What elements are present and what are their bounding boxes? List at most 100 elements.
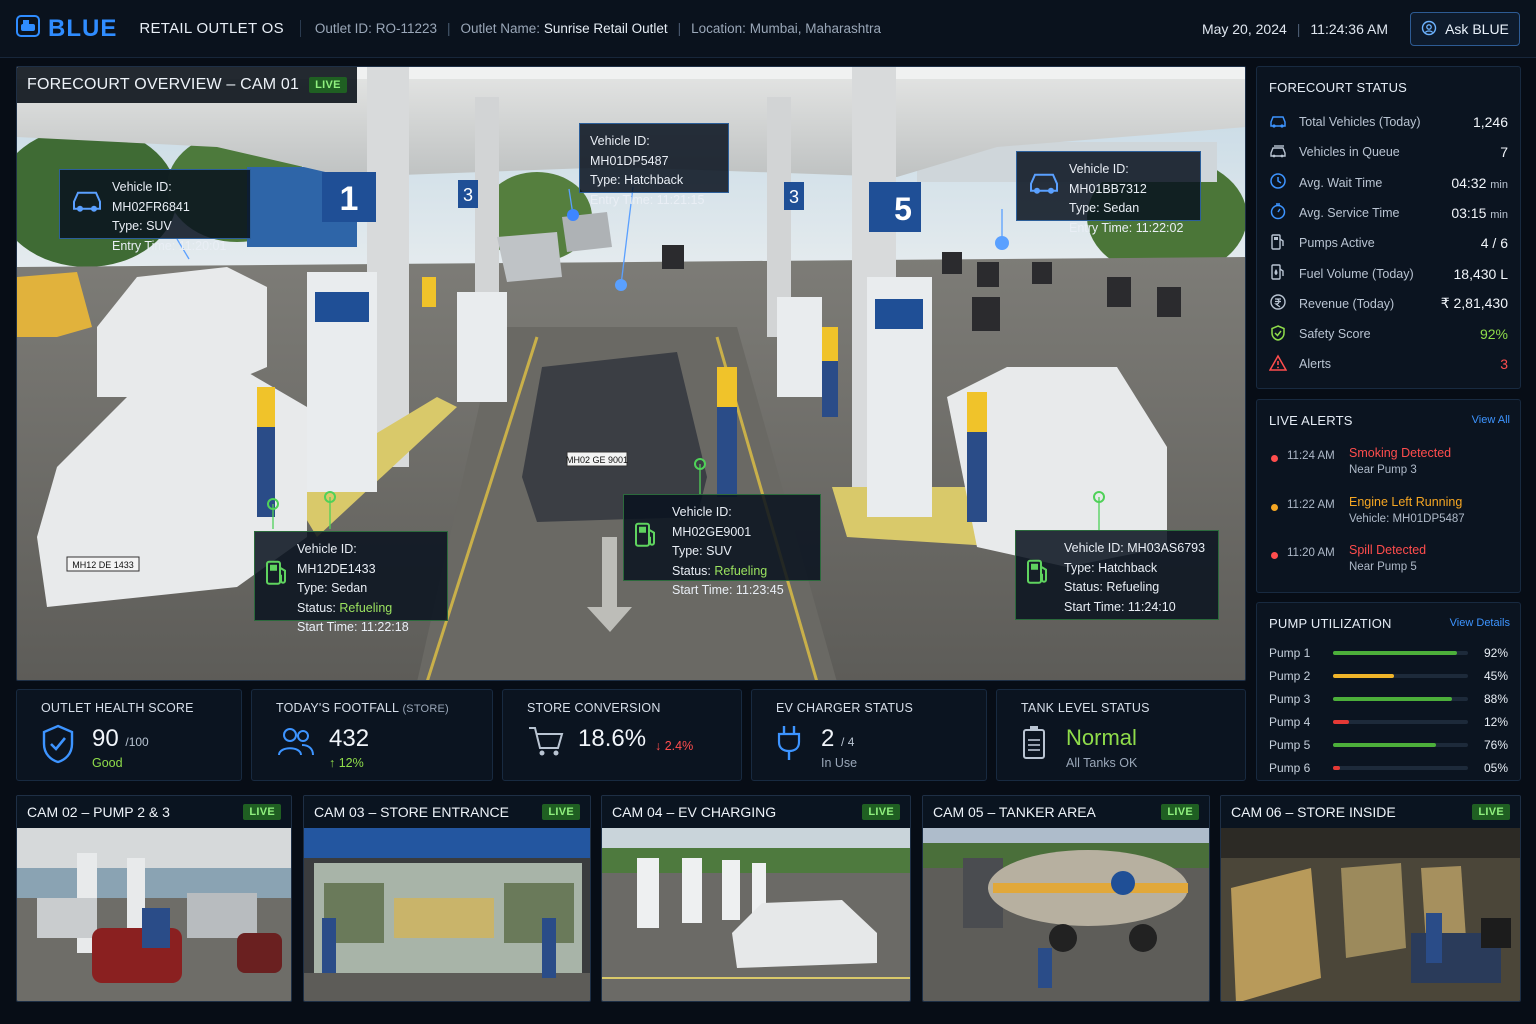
pump-utilization-row: Pump 4 12% — [1269, 712, 1508, 732]
plate-left: MH12 DE 1433 — [72, 560, 134, 570]
status-value: 04:32 — [1451, 174, 1487, 191]
vehicle-id-label: Vehicle ID: — [672, 505, 732, 519]
ev-status: In Use — [821, 756, 858, 770]
pump-utilization-row: Pump 3 88% — [1269, 689, 1508, 709]
vehicle-id-label: Vehicle ID: — [112, 180, 172, 194]
live-badge: LIVE — [542, 804, 580, 820]
vehicle-type: Hatchback — [624, 173, 684, 187]
alert-item[interactable]: 11:20 AM Spill Detected Near Pump 5 — [1271, 543, 1508, 587]
date: May 20, 2024 — [1201, 21, 1287, 37]
alert-time: 11:22 AM — [1287, 498, 1335, 511]
pump-bar-fill — [1333, 766, 1340, 770]
pump-bar-fill — [1333, 651, 1458, 655]
vehicle-tag[interactable]: Vehicle ID: MH01DP5487 Type: Hatchback E… — [579, 123, 729, 207]
health-status: Good — [92, 756, 123, 770]
outlet-name-label: Outlet Name: — [460, 21, 541, 36]
status-label: Fuel Volume (Today) — [1299, 266, 1414, 281]
health-score-value: 90 — [92, 725, 119, 752]
outlet-health-card[interactable]: OUTLET HEALTH SCORE 90 /100 Good — [16, 689, 242, 781]
camera-feed-cam04[interactable]: CAM 04 – EV CHARGING LIVE — [601, 795, 911, 1002]
camera-feed-cam06[interactable]: CAM 06 – STORE INSIDE LIVE — [1220, 795, 1521, 1002]
store-conversion-card[interactable]: STORE CONVERSION 18.6% ↓ 2.4% — [502, 689, 742, 781]
outlet-id-label: Outlet ID: — [314, 21, 372, 36]
start-time: 11:22:18 — [360, 620, 409, 634]
alert-time: 11:24 AM — [1287, 450, 1335, 462]
pump-bar-track — [1333, 766, 1468, 770]
live-badge: LIVE — [243, 804, 281, 820]
ev-charger-card[interactable]: EV CHARGER STATUS 2 / 4 In Use — [751, 689, 987, 781]
vehicle-type-label: Type: — [1069, 201, 1100, 215]
vehicle-type: Sedan — [1103, 201, 1140, 215]
footfall-card[interactable]: TODAY'S FOOTFALL (STORE) 432 ↑ 12% — [251, 689, 493, 781]
view-details-link[interactable]: View Details — [1450, 617, 1510, 629]
live-alerts-title: LIVE ALERTS — [1269, 413, 1353, 428]
pump-utilization-panel: PUMP UTILIZATION View Details Pump 1 92% P… — [1256, 602, 1521, 781]
vehicle-type-label: Type: — [1064, 560, 1095, 575]
vehicle-tag[interactable]: Vehicle ID: MH12DE1433 Type: Sedan Statu… — [254, 531, 448, 634]
pump-utilization-row: Pump 1 92% — [1269, 643, 1508, 663]
camera-feed-cam03[interactable]: CAM 03 – STORE ENTRANCE LIVE — [303, 795, 591, 1002]
vehicle-id: MH02GE9001 — [672, 524, 752, 539]
alert-title: Spill Detected — [1349, 543, 1427, 557]
pump-name: Pump 3 — [1269, 692, 1311, 706]
fuel-pump-icon — [265, 559, 289, 594]
vehicle-tag[interactable]: Vehicle ID: MH03AS6793 Type: Hatchback S… — [1015, 530, 1219, 620]
vehicle-type-label: Type: — [297, 581, 328, 595]
main-camera-title-bar: FORECOURT OVERVIEW – CAM 01 LIVE — [17, 67, 357, 103]
status-label: Status: — [297, 600, 336, 615]
tank-status-note: All Tanks OK — [1066, 756, 1138, 770]
forecourt-status-row: Avg. Wait Time 04:32 min — [1269, 168, 1508, 198]
pump-name: Pump 1 — [1269, 646, 1311, 660]
status-value: 18,430 L — [1453, 265, 1509, 282]
vehicle-tag[interactable]: Vehicle ID: MH01BB7312 Type: Sedan Entry… — [1016, 151, 1201, 235]
brand-name: BLUE — [48, 14, 118, 42]
vehicle-type: Sedan — [331, 581, 368, 595]
vehicle-id: MH03AS6793 — [1127, 541, 1206, 555]
main-camera-feed[interactable]: 1 3 3 5 MH12 DE 1433 MH02 GE 9001 FORECO… — [16, 66, 1246, 681]
alert-time: 11:20 AM — [1287, 547, 1335, 559]
car-icon — [70, 188, 104, 221]
pump-percent: 88% — [1483, 692, 1508, 706]
pump-utilization-title: PUMP UTILIZATION — [1269, 616, 1392, 631]
entry-time-label: Entry Time: — [112, 238, 176, 253]
refuel-status: Refueling — [1106, 580, 1160, 594]
pump-sign-3b: 3 — [789, 187, 799, 207]
ask-blue-button[interactable]: Ask BLUE — [1410, 12, 1520, 46]
camera-feed-cam05[interactable]: CAM 05 – TANKER AREA LIVE — [922, 795, 1210, 1002]
view-all-alerts-link[interactable]: View All — [1472, 414, 1510, 426]
location-label: Location: — [691, 21, 746, 36]
pump-bar-track — [1333, 674, 1468, 678]
camera-feed-cam02[interactable]: CAM 02 – PUMP 2 & 3 LIVE — [16, 795, 292, 1002]
pump-sign-3a: 3 — [463, 185, 473, 205]
forecourt-status-row: Pumps Active 4 / 6 — [1269, 228, 1508, 258]
brand[interactable]: BLUE — [16, 15, 117, 43]
main-camera-title: FORECOURT OVERVIEW – CAM 01 — [27, 76, 300, 93]
forecourt-status-row: Avg. Service Time 03:15 min — [1269, 198, 1508, 228]
vehicle-tag[interactable]: Vehicle ID: MH02GE9001 Type: SUV Status:… — [623, 494, 821, 597]
alert-item[interactable]: 11:24 AM Smoking Detected Near Pump 3 — [1271, 446, 1508, 490]
status-label: Safety Score — [1299, 327, 1371, 342]
entry-time: 11:21:15 — [656, 192, 705, 207]
status-value: ₹ 2,81,430 — [1440, 295, 1508, 312]
cam05-image — [923, 828, 1209, 1001]
alert-item[interactable]: 11:22 AM Engine Left Running Vehicle: MH01… — [1271, 495, 1508, 539]
pump-sign-5: 5 — [894, 191, 912, 227]
live-badge: LIVE — [309, 77, 347, 93]
alert-severity-dot — [1271, 552, 1278, 559]
queue-icon — [1269, 142, 1287, 163]
tank-level-card[interactable]: TANK LEVEL STATUS Normal All Tanks OK — [996, 689, 1246, 781]
vehicle-id: MH01BB7312 — [1069, 181, 1147, 196]
cam02-image — [17, 828, 291, 1001]
kpi-title: EV CHARGER STATUS — [776, 701, 913, 715]
pump-bar-fill — [1333, 674, 1394, 678]
outlet-id: RO-11223 — [375, 21, 437, 36]
alert-title: Smoking Detected — [1349, 446, 1452, 460]
status-label: Status: — [672, 563, 711, 578]
pump-bar-track — [1333, 651, 1468, 655]
entry-time: 11:20:01 — [178, 238, 227, 253]
vehicle-id-label: Vehicle ID: — [1069, 162, 1129, 176]
date-time: May 20, 2024 | 11:24:36 AM — [1201, 21, 1388, 37]
vehicle-tag[interactable]: Vehicle ID: MH02FR6841 Type: SUV Entry T… — [59, 169, 251, 253]
status-label: Pumps Active — [1299, 236, 1375, 251]
cam06-image — [1221, 828, 1520, 1001]
